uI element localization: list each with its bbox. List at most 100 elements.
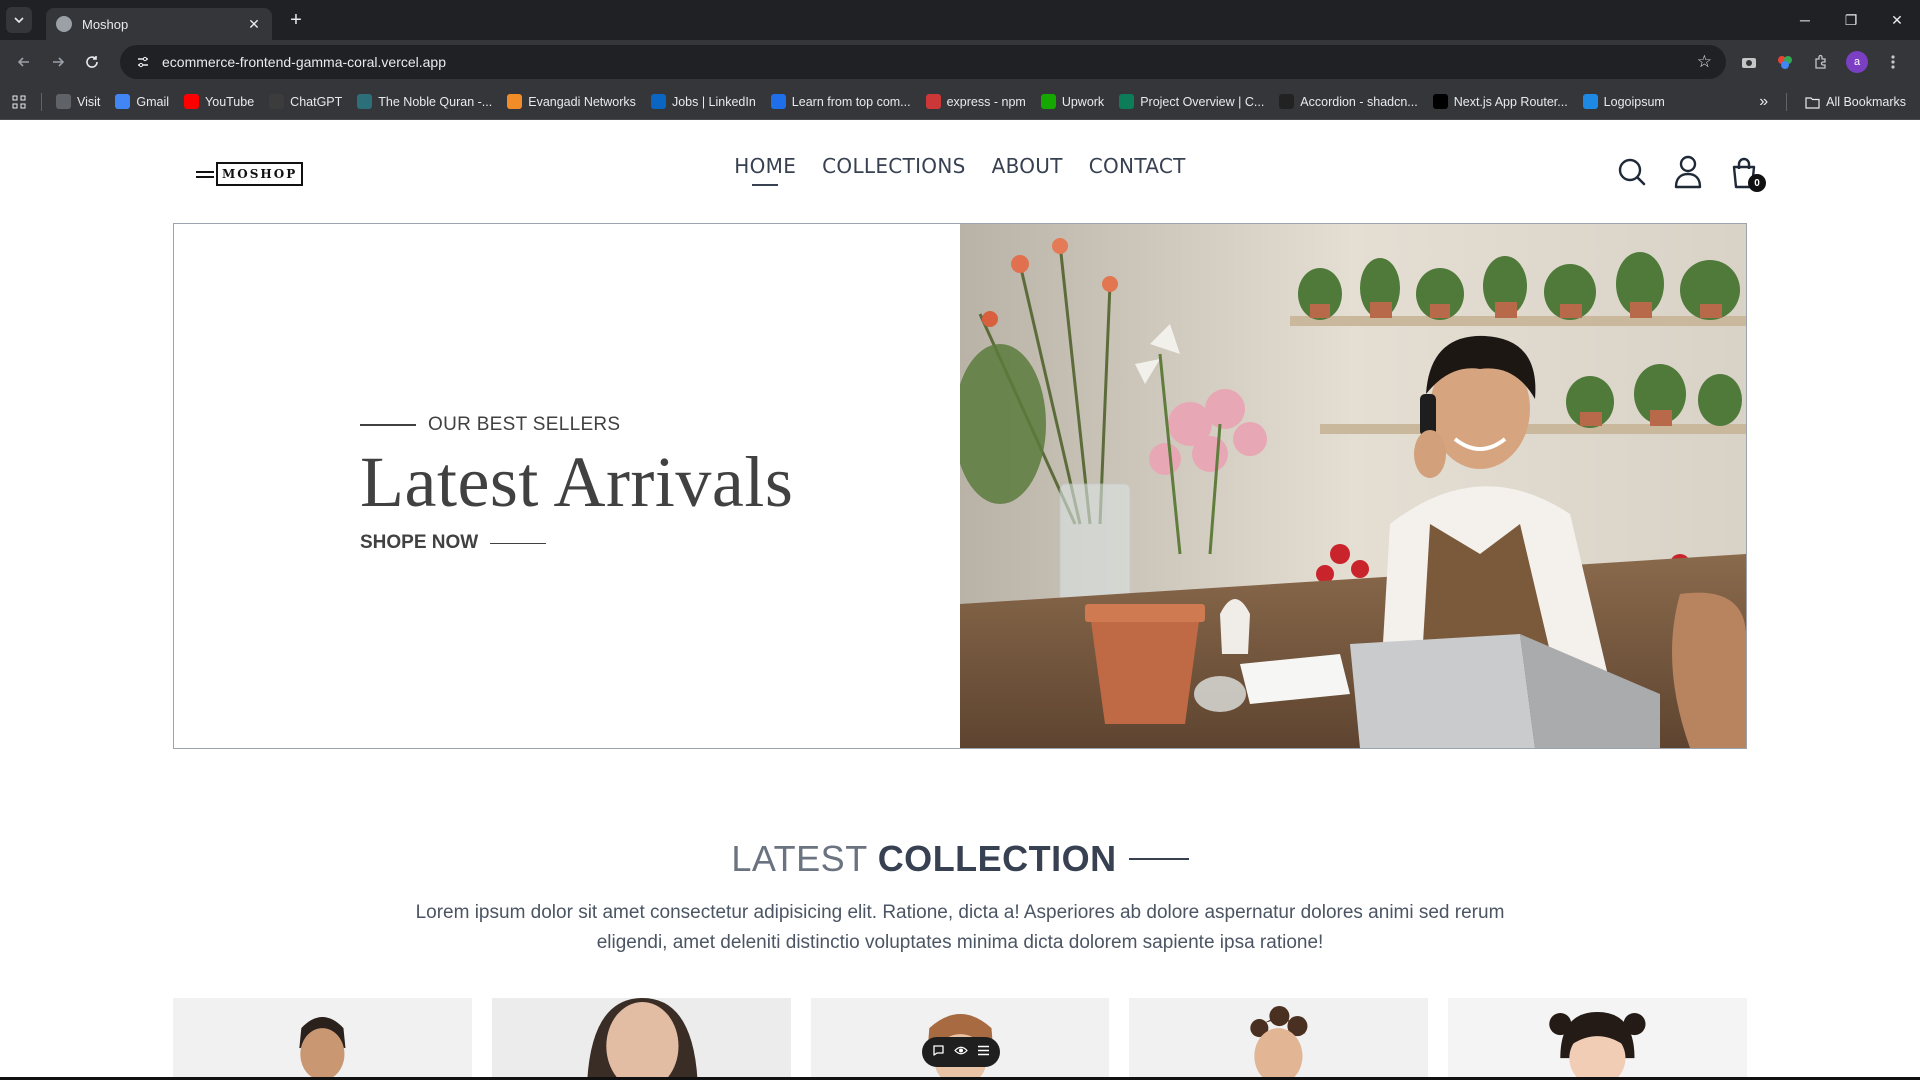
bookmark-label: Learn from top com... [791, 94, 911, 109]
bookmark-item[interactable]: Gmail [115, 94, 169, 109]
bookmark-label: express - npm [946, 94, 1026, 109]
learn-icon [770, 94, 786, 109]
hero-banner: OUR BEST SELLERS Latest Arrivals SHOPE N… [173, 223, 1747, 749]
chevron-down-icon [14, 17, 24, 24]
hero-title: Latest Arrivals [360, 442, 794, 522]
header-icons: 0 [1616, 154, 1766, 192]
collection-title-bold: COLLECTION [877, 838, 1117, 879]
product-image [1129, 998, 1429, 1080]
hero-text-panel: OUR BEST SELLERS Latest Arrivals SHOPE N… [174, 224, 960, 748]
bookmark-item[interactable]: Accordion - shadcn... [1279, 94, 1418, 109]
bookmark-item[interactable]: Jobs | LinkedIn [650, 94, 756, 109]
nav-link-home[interactable]: HOME [734, 154, 796, 186]
camera-icon[interactable] [1736, 49, 1762, 75]
collection-title-light: LATEST [731, 838, 868, 879]
website: MOSHOP HOME COLLECTIONS ABOUT CONTACT 0 … [0, 120, 1920, 1080]
npm-icon [925, 94, 941, 109]
eye-icon[interactable] [954, 1045, 968, 1059]
bookmark-item[interactable]: The Noble Quran -... [357, 94, 492, 109]
all-bookmarks-label: All Bookmarks [1826, 95, 1906, 109]
search-icon [1618, 158, 1646, 186]
logoipsum-icon [1582, 94, 1598, 109]
tab-search-button[interactable] [6, 7, 32, 33]
search-button[interactable] [1616, 154, 1648, 190]
bookmark-item[interactable]: Upwork [1040, 94, 1104, 109]
browser-menu-icon[interactable] [1880, 49, 1906, 75]
eyebrow-rule [360, 424, 416, 426]
bookmark-item[interactable]: Visit [56, 94, 100, 109]
bookmark-item[interactable]: Learn from top com... [770, 94, 911, 109]
nextjs-icon [1432, 94, 1448, 109]
nav-link-contact[interactable]: CONTACT [1089, 154, 1186, 186]
bookmark-label: Gmail [136, 94, 170, 109]
bookmark-label: YouTube [205, 94, 255, 109]
evangadi-icon [507, 94, 523, 109]
bookmarks-overflow-button[interactable]: » [1759, 93, 1768, 111]
bookmark-label: Logoipsum [1603, 94, 1665, 109]
forward-button[interactable] [42, 46, 74, 78]
tab-close-icon[interactable]: ✕ [246, 16, 262, 33]
cart-button[interactable]: 0 [1728, 154, 1766, 192]
bookmarks-right: » All Bookmarks [1759, 84, 1906, 120]
menu-icon[interactable] [977, 1045, 990, 1059]
all-bookmarks-button[interactable]: All Bookmarks [1805, 95, 1906, 109]
account-button[interactable] [1672, 154, 1704, 190]
linkedin-icon [650, 94, 666, 109]
apps-button[interactable] [12, 95, 26, 109]
arrow-right-icon [53, 57, 65, 67]
product-image [1448, 998, 1747, 1080]
product-image [491, 998, 791, 1080]
latest-collection-title: LATEST COLLECTION [0, 838, 1920, 880]
browser-tab[interactable]: Moshop ✕ [46, 8, 272, 40]
bookmark-item[interactable]: Logoipsum [1582, 94, 1665, 109]
bookmark-item[interactable]: ChatGPT [269, 94, 342, 109]
hero-text: OUR BEST SELLERS Latest Arrivals SHOPE N… [360, 414, 793, 554]
bookmark-item[interactable]: Evangadi Networks [507, 94, 636, 109]
address-bar[interactable]: ecommerce-frontend-gamma-coral.vercel.ap… [120, 45, 1726, 79]
nav-link-collections[interactable]: COLLECTIONS [822, 154, 965, 186]
back-button[interactable] [8, 46, 40, 78]
bookmark-item[interactable]: YouTube [184, 94, 254, 109]
apps-grid-icon [12, 95, 26, 108]
color-picker-icon[interactable] [1772, 49, 1798, 75]
window-controls: ─ ❐ ✕ [1782, 0, 1920, 40]
url-text: ecommerce-frontend-gamma-coral.vercel.ap… [162, 54, 446, 70]
product-card[interactable] [491, 998, 791, 1080]
google-icon [115, 94, 131, 109]
tab-strip: Moshop ✕ + ─ ❐ ✕ [0, 0, 1920, 40]
browser-chrome: Moshop ✕ + ─ ❐ ✕ ecommerce-frontend-gamm… [0, 0, 1920, 120]
minimize-button[interactable]: ─ [1782, 0, 1828, 40]
close-window-button[interactable]: ✕ [1874, 0, 1920, 40]
shop-now-link[interactable]: SHOPE NOW [360, 532, 793, 554]
reload-button[interactable] [76, 46, 108, 78]
product-card[interactable] [1129, 998, 1429, 1080]
nav-link-about[interactable]: ABOUT [992, 154, 1063, 186]
site-info-icon[interactable] [134, 53, 152, 71]
chatgpt-icon [269, 94, 285, 109]
bookmark-label: Evangadi Networks [528, 94, 636, 109]
product-card[interactable] [173, 998, 472, 1080]
comment-icon[interactable] [932, 1044, 945, 1060]
product-card[interactable] [1448, 998, 1747, 1080]
bookmark-item[interactable]: Next.js App Router... [1432, 94, 1568, 109]
restore-button[interactable]: ❐ [1828, 0, 1874, 40]
bookmark-item[interactable]: Project Overview | C... [1119, 94, 1264, 109]
hero-eyebrow-text: OUR BEST SELLERS [428, 414, 621, 435]
user-icon [1674, 155, 1702, 189]
visit-icon [56, 94, 71, 109]
extension-icons: a [1736, 49, 1912, 75]
new-tab-button[interactable]: + [284, 9, 308, 32]
project-icon [1119, 94, 1135, 109]
tab-title: Moshop [82, 16, 129, 32]
extensions-puzzle-icon[interactable] [1808, 49, 1834, 75]
florist-photo [960, 224, 1746, 748]
reload-icon [86, 56, 98, 68]
floating-toolbar [922, 1037, 1000, 1067]
cart-count-badge: 0 [1748, 174, 1766, 192]
bookmark-item[interactable]: express - npm [925, 94, 1026, 109]
bookmark-label: The Noble Quran -... [378, 94, 493, 109]
profile-button[interactable]: a [1844, 49, 1870, 75]
bookmark-star-icon[interactable]: ☆ [1697, 52, 1712, 72]
upwork-icon [1040, 94, 1056, 109]
hero-image [960, 224, 1746, 748]
